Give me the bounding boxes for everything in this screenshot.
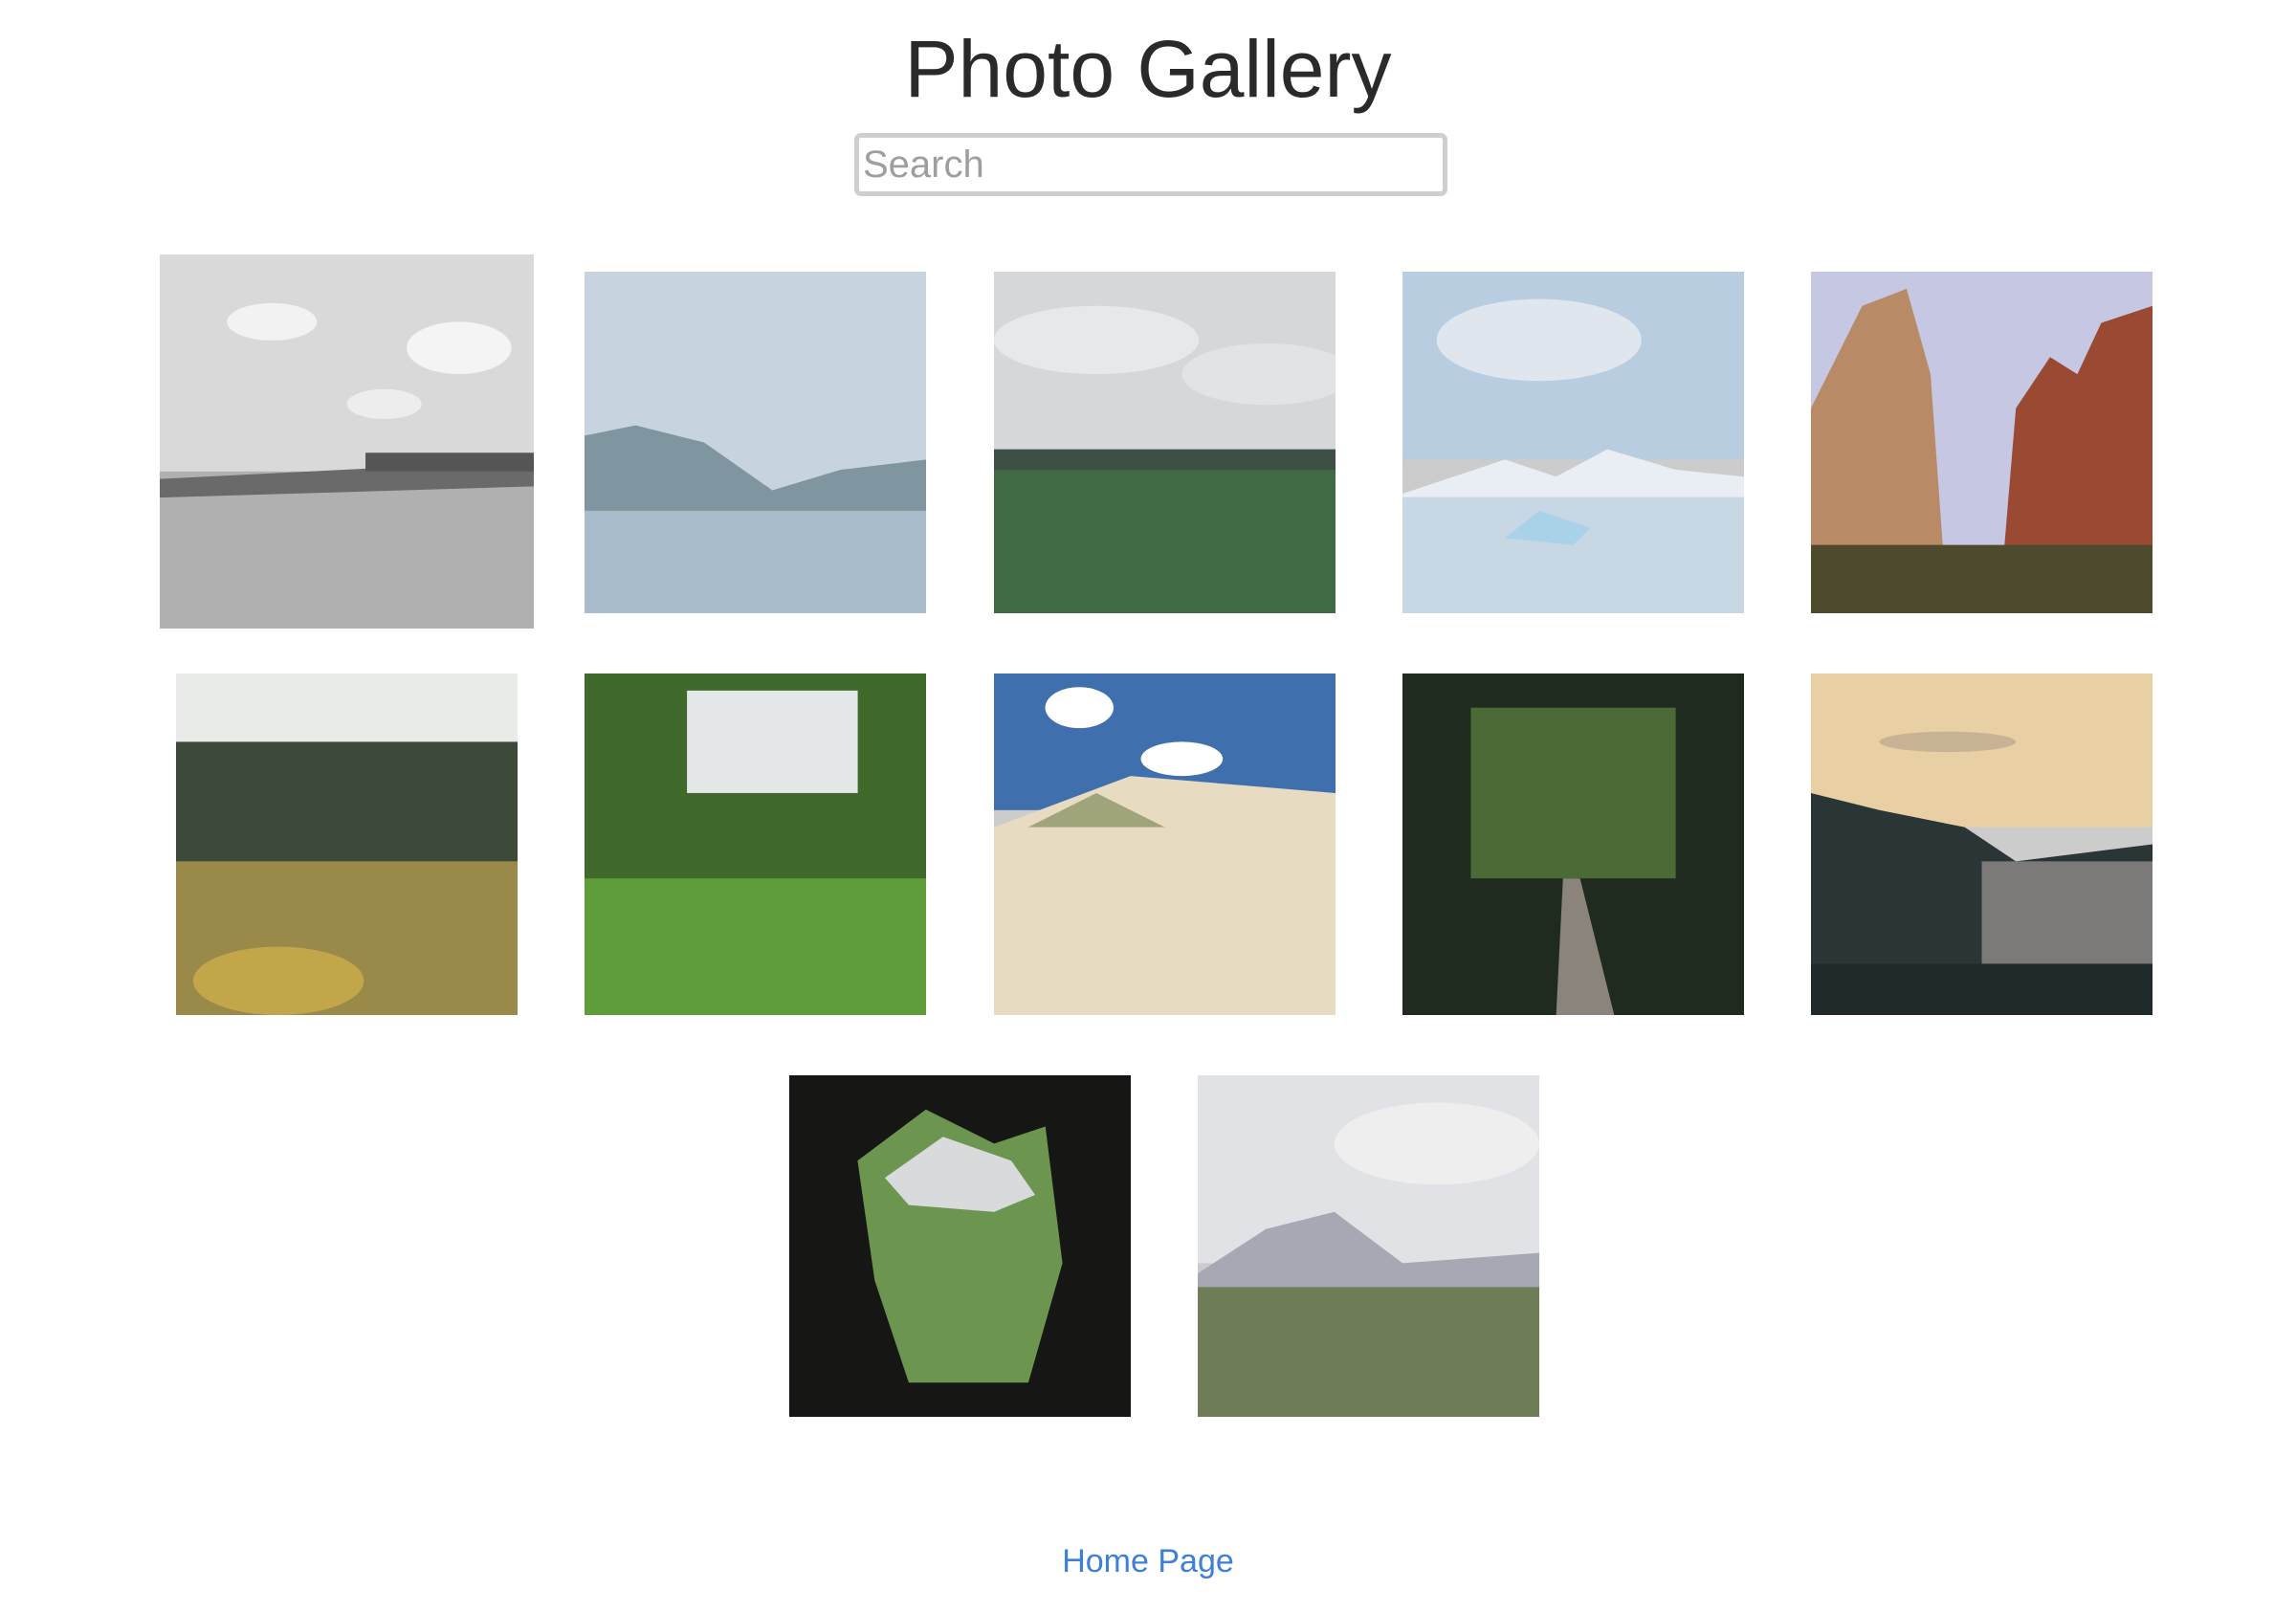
- search-input[interactable]: [854, 133, 1447, 196]
- photo-forest-path[interactable]: [1402, 674, 1744, 1015]
- photo-sand-dunes[interactable]: [994, 674, 1336, 1015]
- photo-cave-view[interactable]: [789, 1075, 1131, 1417]
- photo-mountain-lake[interactable]: [585, 272, 926, 613]
- photo-tropical-valley[interactable]: [585, 674, 926, 1015]
- footer-link-container: Home Page: [0, 1542, 2296, 1580]
- photo-garden-trees[interactable]: [176, 674, 518, 1015]
- home-page-link[interactable]: Home Page: [1062, 1543, 1234, 1579]
- photo-glacier-lagoon[interactable]: [1402, 272, 1744, 613]
- page-title: Photo Gallery: [904, 24, 1392, 114]
- photo-red-rock-canyon[interactable]: [1811, 272, 2152, 613]
- photo-green-meadow-cloudy[interactable]: [994, 272, 1336, 613]
- photo-grayscale-field[interactable]: [160, 254, 534, 629]
- photo-sunset-coast[interactable]: [1811, 674, 2152, 1015]
- photo-lupine-field-mountain[interactable]: [1198, 1075, 1539, 1417]
